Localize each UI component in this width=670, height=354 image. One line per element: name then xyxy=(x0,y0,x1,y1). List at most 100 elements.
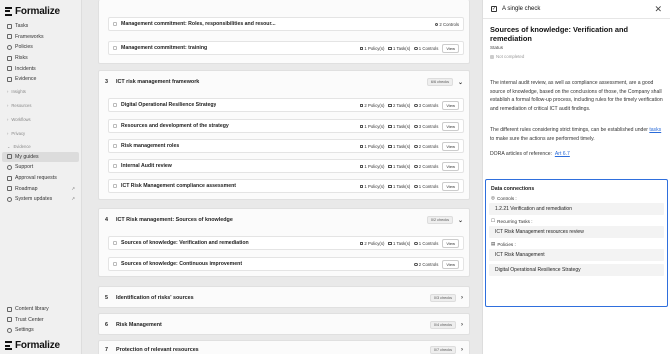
sidebar-item-system-updates[interactable]: System updates ↗ xyxy=(2,194,79,205)
data-connections-box: Data connections ◎ Controls : 1.2.21 Veri… xyxy=(485,179,668,307)
chevron-right-icon: › xyxy=(7,117,9,123)
checkbox[interactable] xyxy=(113,46,117,50)
checkbox[interactable] xyxy=(113,241,117,245)
policy-icon xyxy=(359,124,364,128)
controls-icon xyxy=(414,164,418,168)
logo[interactable]: Formalize xyxy=(0,0,81,18)
policy-item[interactable]: Digital Operational Resilience Strategy xyxy=(489,264,664,276)
sidebar-item-label: My guides xyxy=(15,153,39,160)
approval-icon xyxy=(7,175,12,181)
chevron-down-icon[interactable]: ⌄ xyxy=(458,217,463,224)
section-number: 7 xyxy=(105,347,108,353)
check-row[interactable]: Management commitment: Roles, responsibi… xyxy=(108,17,464,31)
check-row[interactable]: Internal Audit review 1 Policy(s) 1 Task… xyxy=(108,159,464,173)
section-header[interactable]: 7 Protection of relevant resources 0/7 c… xyxy=(99,341,469,354)
section-header[interactable]: 5 Identification of risks' sources 0/3 c… xyxy=(99,287,469,309)
sidebar-item-tasks[interactable]: Tasks xyxy=(2,21,79,32)
chevron-down-icon[interactable]: ⌄ xyxy=(458,79,463,86)
policies-count: 1 Policy(s) xyxy=(359,164,384,169)
dora-article-link[interactable]: Art 6.7 xyxy=(555,151,570,157)
task-icon: ☐ xyxy=(491,218,496,223)
checkbox-checked-icon[interactable]: ✓ xyxy=(491,6,497,12)
guide-section[interactable]: 5 Identification of risks' sources 0/3 c… xyxy=(98,286,470,308)
panel-header-title: A single check xyxy=(502,6,541,12)
tasks-count: 2 Task(s) xyxy=(388,103,410,108)
view-button[interactable]: View xyxy=(442,141,459,151)
checkbox[interactable] xyxy=(113,144,117,148)
chevron-right-icon[interactable]: › xyxy=(461,295,463,301)
check-row[interactable]: Management commitment: training 1 Policy… xyxy=(108,41,464,55)
check-row[interactable]: Sources of knowledge: Verification and r… xyxy=(108,236,464,250)
checkbox[interactable] xyxy=(113,103,117,107)
control-item[interactable]: 1.2.21 Verification and remediation xyxy=(489,203,664,215)
checks-badge: 0/7 checks xyxy=(429,346,456,354)
status-badge[interactable]: Not completed xyxy=(490,54,524,59)
sidebar-item-label: Tasks xyxy=(15,23,29,30)
layers-icon xyxy=(7,34,12,40)
checkbox[interactable] xyxy=(113,262,117,266)
section-header[interactable]: 4 ICT Risk management: Sources of knowle… xyxy=(99,209,469,231)
section-workflows[interactable]: › Workflows xyxy=(0,113,81,127)
sidebar-item-incidents[interactable]: Incidents xyxy=(2,63,79,74)
sidebar-item-label: Support xyxy=(15,164,34,171)
section-label: Evidence xyxy=(13,143,31,149)
check-title: Resources and development of the strateg… xyxy=(121,123,229,129)
check-title: ICT Risk Management compliance assessmen… xyxy=(121,183,237,189)
guide-section[interactable]: 6 Risk Management 0/4 checks › xyxy=(98,313,470,335)
checkbox[interactable] xyxy=(113,184,117,188)
view-button[interactable]: View xyxy=(442,259,459,269)
tasks-count: 1 Task(s) xyxy=(388,144,410,149)
sidebar-item-frameworks[interactable]: Frameworks xyxy=(2,32,79,43)
checks-badge: 0/3 checks xyxy=(429,294,456,302)
sidebar-item-label: Policies xyxy=(15,44,33,51)
checkbox[interactable] xyxy=(113,124,117,128)
recurring-tasks-label: ☐ Recurring Tasks : xyxy=(491,218,533,224)
section-number: 6 xyxy=(105,322,108,328)
sidebar-item-approval-requests[interactable]: Approval requests xyxy=(2,173,79,184)
task-icon xyxy=(388,124,392,128)
view-button[interactable]: View xyxy=(442,100,459,110)
close-icon[interactable]: ✕ xyxy=(654,4,662,15)
check-row[interactable]: Resources and development of the strateg… xyxy=(108,119,464,133)
sidebar-item-content-library[interactable]: Content library xyxy=(2,304,80,315)
check-row[interactable]: Sources of knowledge: Continuous improve… xyxy=(108,257,464,271)
check-meta: 1 Policy(s) 1 Task(s) 1 Controls View xyxy=(359,43,459,53)
section-resources[interactable]: › Resources xyxy=(0,99,81,113)
section-header[interactable]: 3 ICT risk management framework 6/6 chec… xyxy=(99,71,469,93)
sidebar-item-policies[interactable]: Policies xyxy=(2,42,79,53)
sidebar-item-support[interactable]: Support xyxy=(2,162,79,173)
tasks-link[interactable]: tasks xyxy=(649,127,661,133)
view-button[interactable]: View xyxy=(442,43,459,53)
section-privacy[interactable]: › Privacy xyxy=(0,127,81,141)
guide-section[interactable]: 7 Protection of relevant resources 0/7 c… xyxy=(98,340,470,354)
section-header[interactable]: 6 Risk Management 0/4 checks › xyxy=(99,314,469,336)
trust-icon xyxy=(7,317,12,323)
view-button[interactable]: View xyxy=(442,238,459,248)
view-button[interactable]: View xyxy=(442,181,459,191)
check-row[interactable]: Risk management roles 1 Policy(s) 1 Task… xyxy=(108,139,464,153)
section-title: ICT Risk management: Sources of knowledg… xyxy=(116,217,233,223)
view-button[interactable]: View xyxy=(442,121,459,131)
chevron-right-icon[interactable]: › xyxy=(461,347,463,353)
controls-count: 1 Controls xyxy=(414,46,438,51)
check-row[interactable]: Digital Operational Resilience Strategy … xyxy=(108,98,464,112)
sidebar-item-label: Trust Center xyxy=(15,316,44,323)
policy-item[interactable]: ICT Risk Management xyxy=(489,249,664,261)
sidebar-item-my-guides[interactable]: My guides xyxy=(2,151,79,163)
chevron-right-icon[interactable]: › xyxy=(461,322,463,328)
view-button[interactable]: View xyxy=(442,161,459,171)
check-title: Sources of knowledge: Continuous improve… xyxy=(121,261,243,267)
checkbox[interactable] xyxy=(113,22,117,26)
sidebar-item-evidence[interactable]: Evidence xyxy=(2,74,79,85)
sidebar-item-roadmap[interactable]: Roadmap ↗ xyxy=(2,183,79,194)
check-row[interactable]: ICT Risk Management compliance assessmen… xyxy=(108,179,464,193)
sidebar-item-settings[interactable]: Settings xyxy=(2,325,80,336)
checkbox[interactable] xyxy=(113,164,117,168)
tasks-count: 1 Task(s) xyxy=(388,241,410,246)
sidebar-item-trust-center[interactable]: Trust Center xyxy=(2,315,80,326)
sidebar-item-risks[interactable]: Risks xyxy=(2,53,79,64)
task-item[interactable]: ICT Risk Management resources review xyxy=(489,226,664,238)
task-icon xyxy=(388,184,392,188)
section-insights[interactable]: › Insights xyxy=(0,85,81,99)
section-evidence[interactable]: ⌄ Evidence xyxy=(0,141,81,152)
